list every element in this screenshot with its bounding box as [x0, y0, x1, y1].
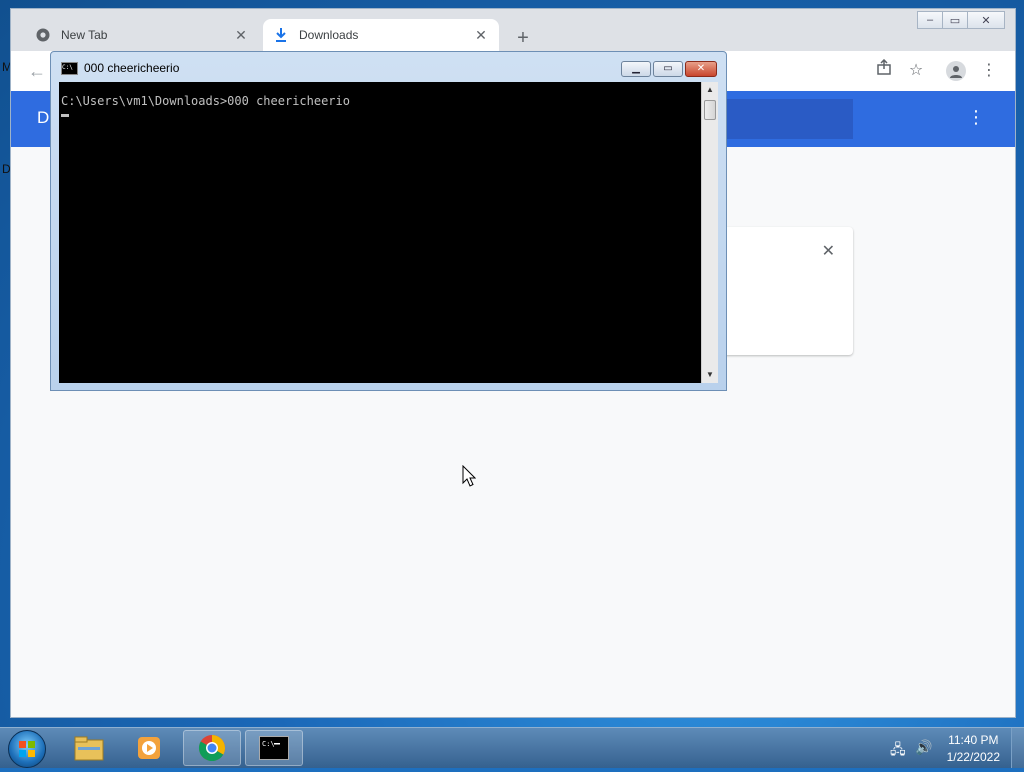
- scroll-thumb[interactable]: [704, 100, 716, 120]
- command-prompt-window[interactable]: C:\ 000 cheericheerio ▁ ▭ ✕ C:\Users\vm1…: [50, 51, 727, 391]
- maximize-button[interactable]: ▭: [942, 11, 968, 29]
- clock-date: 1/22/2022: [946, 750, 1000, 764]
- scroll-up-arrow-icon[interactable]: ▲: [702, 82, 718, 98]
- show-desktop-button[interactable]: [1011, 728, 1024, 768]
- profile-avatar[interactable]: [946, 61, 966, 81]
- system-clock[interactable]: 11:40 PM 1/22/2022: [947, 732, 1000, 766]
- tab-label: Downloads: [299, 28, 359, 42]
- chrome-taskbar-icon[interactable]: [183, 730, 241, 766]
- scroll-down-arrow-icon[interactable]: ▼: [702, 367, 718, 383]
- menu-kebab-icon[interactable]: ⋮: [977, 59, 1001, 83]
- tab-strip: New Tab ✕ Downloads ✕ + ‒ ▭ ✕: [11, 9, 1015, 51]
- tab-new-tab[interactable]: New Tab ✕: [25, 19, 259, 51]
- taskbar: C:\ 🖧 🔊 11:40 PM 1/22/2022: [0, 727, 1024, 768]
- console-title: 000 cheericheerio: [84, 61, 180, 75]
- console-app-icon: C:\: [61, 61, 78, 75]
- network-icon[interactable]: 🖧: [890, 739, 906, 763]
- console-output[interactable]: C:\Users\vm1\Downloads>000 cheericheerio: [59, 82, 701, 383]
- remove-download-close-icon[interactable]: ✕: [822, 241, 835, 261]
- console-close-button[interactable]: ✕: [685, 61, 717, 77]
- share-icon[interactable]: [872, 58, 896, 83]
- file-explorer-icon[interactable]: [60, 730, 118, 766]
- clock-time: 11:40 PM: [948, 733, 999, 747]
- minimize-button[interactable]: ‒: [917, 11, 943, 29]
- console-scrollbar[interactable]: ▲ ▼: [701, 82, 718, 383]
- text-cursor: [61, 114, 69, 117]
- tab-label: New Tab: [61, 28, 108, 42]
- bookmark-star-icon[interactable]: ☆: [904, 59, 928, 83]
- chrome-icon: [35, 27, 51, 43]
- close-window-button[interactable]: ✕: [967, 11, 1005, 29]
- console-command-line: C:\Users\vm1\Downloads>000 cheericheerio: [61, 94, 350, 108]
- download-icon: [273, 27, 289, 43]
- search-downloads-field[interactable]: [725, 99, 853, 139]
- more-actions-icon[interactable]: ⋮: [967, 107, 985, 128]
- close-icon[interactable]: ✕: [473, 27, 489, 43]
- back-button[interactable]: ←: [25, 59, 49, 83]
- media-player-icon[interactable]: [120, 730, 178, 766]
- page-title: D: [37, 108, 50, 127]
- close-icon[interactable]: ✕: [233, 27, 249, 43]
- start-button[interactable]: [8, 730, 46, 768]
- new-tab-button[interactable]: +: [511, 27, 535, 51]
- svg-text:C:\: C:\: [262, 740, 275, 748]
- volume-icon[interactable]: 🔊: [915, 739, 932, 756]
- console-titlebar: C:\ 000 cheericheerio: [61, 61, 179, 75]
- command-prompt-taskbar-icon[interactable]: C:\: [245, 730, 303, 766]
- console-maximize-button[interactable]: ▭: [653, 61, 683, 77]
- download-item-card: ✕: [711, 227, 853, 355]
- console-minimize-button[interactable]: ▁: [621, 61, 651, 77]
- mouse-cursor-icon: [462, 464, 477, 492]
- tab-downloads[interactable]: Downloads ✕: [263, 19, 499, 51]
